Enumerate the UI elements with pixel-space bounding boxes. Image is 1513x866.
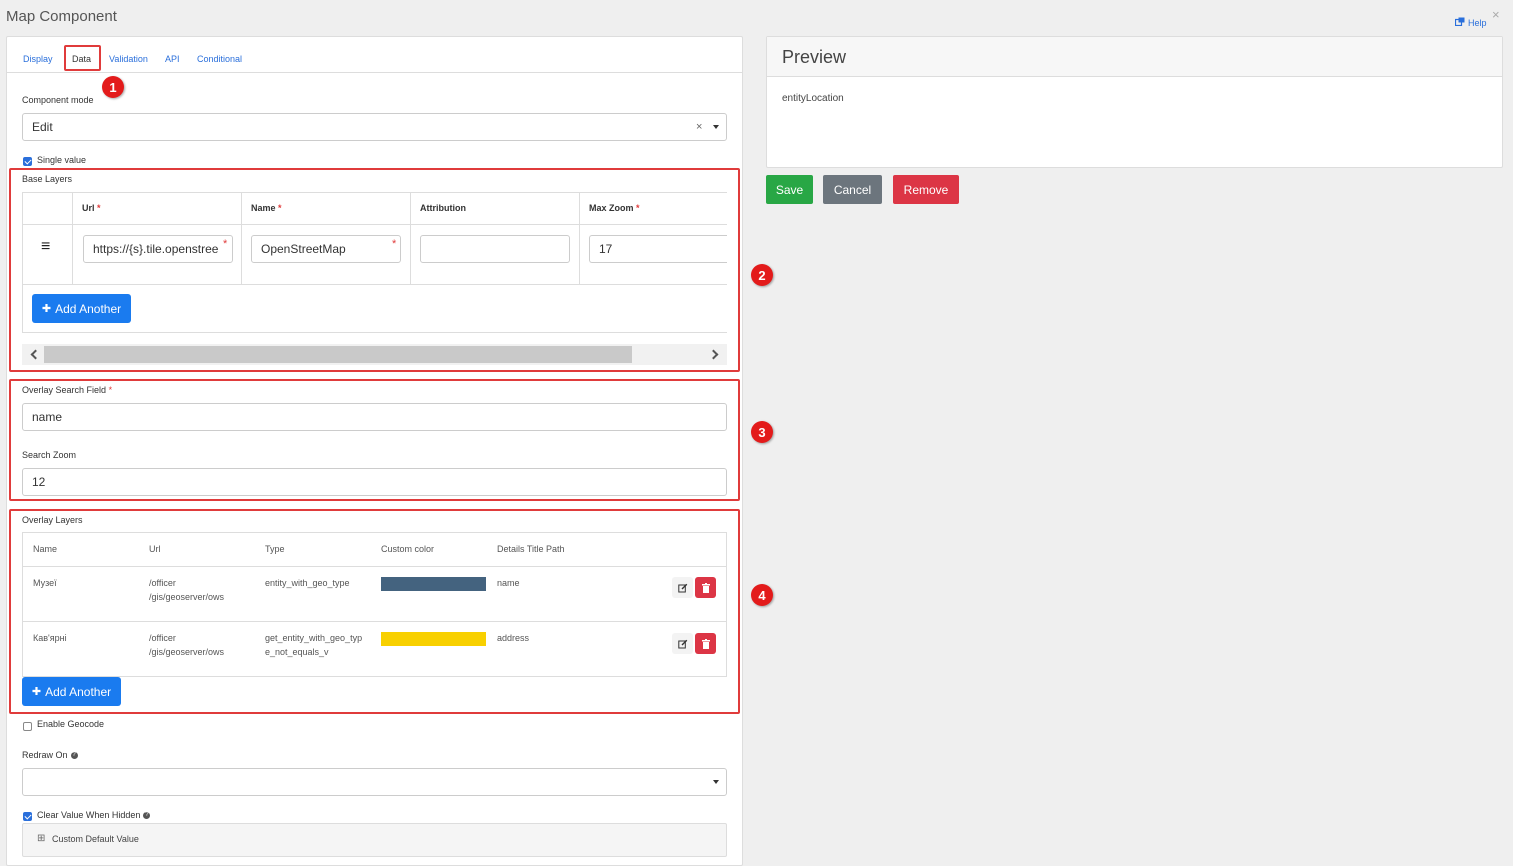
drag-handle-icon[interactable]: ≡ xyxy=(41,238,50,256)
plus-icon: ✚ xyxy=(31,686,42,698)
overlay-name: Музеї xyxy=(33,578,57,588)
tab-conditional[interactable]: Conditional xyxy=(197,54,242,64)
overlay-search-field-input[interactable]: name xyxy=(22,403,727,431)
overlay-type: get_entity_with_geo_typ e_not_equals_v xyxy=(265,633,363,657)
chevron-down-icon xyxy=(713,125,719,129)
delete-row-button[interactable] xyxy=(695,577,716,598)
annotation-marker-2: 2 xyxy=(751,264,773,286)
preview-title: Preview xyxy=(782,47,847,67)
single-value-checkbox[interactable] xyxy=(23,157,32,166)
base-layer-url-input[interactable]: https://{s}.tile.openstree xyxy=(83,235,233,263)
column-header-url: Url xyxy=(149,544,161,554)
dialog-title: Map Component xyxy=(6,8,117,25)
remove-button[interactable]: Remove xyxy=(893,175,959,204)
column-header-attribution: Attribution xyxy=(420,203,466,213)
component-mode-value: Edit xyxy=(32,120,53,134)
external-link-icon xyxy=(1454,17,1465,28)
component-mode-label: Component mode xyxy=(22,95,94,105)
preview-header: Preview xyxy=(767,37,1502,77)
base-layer-max-zoom-input[interactable]: 17 xyxy=(589,235,727,263)
add-base-layer-button[interactable]: ✚ Add Another xyxy=(32,294,131,323)
plus-icon: ✚ xyxy=(41,303,52,315)
enable-geocode-label: Enable Geocode xyxy=(37,719,105,729)
edit-form-panel: Display Data Validation API Conditional … xyxy=(6,36,743,866)
overlay-type: entity_with_geo_type xyxy=(265,578,350,588)
column-header-details-title-path: Details Title Path xyxy=(497,544,565,554)
overlay-url: /officer/gis/geoserver/ows xyxy=(149,578,225,602)
save-button[interactable]: Save xyxy=(766,175,813,204)
search-zoom-input[interactable]: 12 xyxy=(22,468,727,496)
overlay-name: Кав'ярні xyxy=(33,633,67,643)
required-marker: * xyxy=(392,238,397,250)
single-value-label: Single value xyxy=(37,155,87,165)
edit-icon xyxy=(677,639,687,648)
expand-icon: ⊞ xyxy=(37,833,46,844)
scrollbar-thumb[interactable] xyxy=(44,346,632,363)
annotation-box-data-tab xyxy=(64,45,101,71)
column-header-custom-color: Custom color xyxy=(381,544,435,554)
add-overlay-layer-button[interactable]: ✚ Add Another xyxy=(22,677,121,706)
clear-select-icon[interactable]: × xyxy=(696,121,702,133)
tab-api[interactable]: API xyxy=(165,54,180,64)
overlay-title-path: address xyxy=(497,633,530,643)
custom-default-value-label: Custom Default Value xyxy=(52,834,139,844)
help-link[interactable]: Help xyxy=(1454,17,1487,28)
overlay-layers-label: Overlay Layers xyxy=(22,515,83,525)
help-icon: ? xyxy=(143,812,151,820)
edit-icon xyxy=(677,583,687,592)
custom-default-value-panel[interactable]: ⊞ Custom Default Value xyxy=(22,823,727,857)
trash-icon xyxy=(701,638,710,649)
overlay-url: /officer/gis/geoserver/ows xyxy=(149,633,225,657)
column-header-url: Url * xyxy=(82,203,101,213)
annotation-marker-4: 4 xyxy=(751,584,773,606)
column-header-max-zoom: Max Zoom * xyxy=(589,203,640,213)
redraw-on-select[interactable] xyxy=(22,768,727,796)
close-icon[interactable]: × xyxy=(1492,7,1500,22)
base-layer-attribution-input[interactable] xyxy=(420,235,570,263)
tab-bar: Display Data Validation API Conditional xyxy=(7,37,742,73)
overlay-search-field-label: Overlay Search Field * xyxy=(22,385,113,395)
base-layer-name-input[interactable]: OpenStreetMap xyxy=(251,235,401,263)
required-marker: * xyxy=(223,238,228,250)
enable-geocode-checkbox[interactable] xyxy=(23,722,32,731)
color-swatch xyxy=(381,632,486,646)
preview-field-label: entityLocation xyxy=(782,93,844,104)
trash-icon xyxy=(701,582,710,593)
column-header-type: Type xyxy=(265,544,285,554)
help-icon: ? xyxy=(70,752,78,760)
edit-row-button[interactable] xyxy=(672,577,693,598)
delete-row-button[interactable] xyxy=(695,633,716,654)
tab-validation[interactable]: Validation xyxy=(109,54,148,64)
column-header-name: Name * xyxy=(251,203,282,213)
annotation-marker-3: 3 xyxy=(751,421,773,443)
annotation-marker-1: 1 xyxy=(102,76,124,98)
redraw-on-label: Redraw On? xyxy=(22,750,78,760)
chevron-down-icon xyxy=(713,780,719,784)
color-swatch xyxy=(381,577,486,591)
component-mode-select[interactable]: Edit xyxy=(22,113,727,141)
overlay-title-path: name xyxy=(497,578,520,588)
clear-value-when-hidden-checkbox[interactable] xyxy=(23,812,32,821)
preview-panel: Preview entityLocation xyxy=(766,36,1503,168)
clear-value-when-hidden-label: Clear Value When Hidden? xyxy=(37,810,151,820)
cancel-button[interactable]: Cancel xyxy=(823,175,882,204)
edit-row-button[interactable] xyxy=(672,633,693,654)
search-zoom-label: Search Zoom xyxy=(22,450,77,460)
annotation-box-base-layers xyxy=(9,168,740,372)
tab-display[interactable]: Display xyxy=(23,54,53,64)
column-header-name: Name xyxy=(33,544,58,554)
help-label: Help xyxy=(1468,17,1487,28)
